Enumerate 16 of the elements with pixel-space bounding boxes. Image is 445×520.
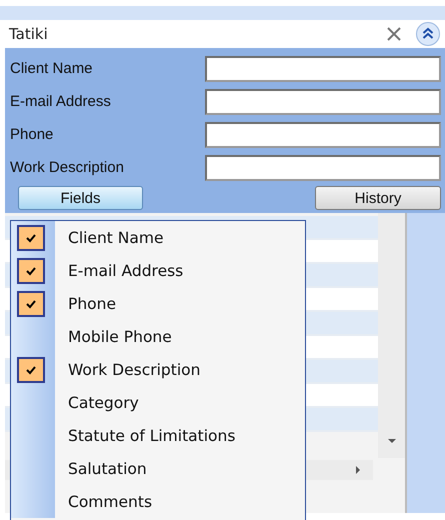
right-arrow-icon[interactable] xyxy=(355,465,361,475)
input-field[interactable] xyxy=(205,122,441,148)
toolbar-button[interactable]: Fields xyxy=(18,186,143,210)
close-icon[interactable] xyxy=(385,25,403,43)
collapse-icon[interactable] xyxy=(415,21,441,47)
window-title: Tatiki xyxy=(9,25,48,43)
input-field[interactable] xyxy=(205,56,441,82)
down-arrow-icon[interactable] xyxy=(386,438,396,444)
input-field[interactable] xyxy=(205,88,441,114)
field-label: Client Name xyxy=(10,60,93,77)
field-label: Phone xyxy=(10,126,54,143)
field-label: E-mail Address xyxy=(10,93,111,110)
toolbar-button[interactable]: History xyxy=(315,186,441,210)
vertical-scrollbar[interactable] xyxy=(378,213,405,458)
input-field[interactable] xyxy=(205,154,441,180)
field-label: Work Description xyxy=(10,159,124,176)
